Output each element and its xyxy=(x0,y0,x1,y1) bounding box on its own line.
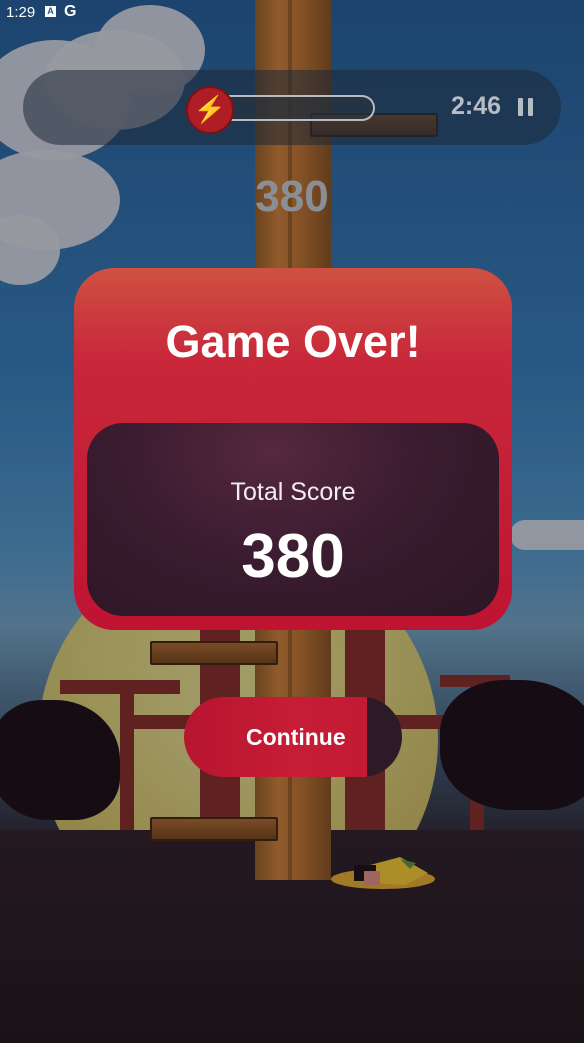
game-over-card: Game Over! Total Score 380 xyxy=(74,268,512,630)
timer: 2:46 xyxy=(451,92,502,120)
continue-button[interactable]: Continue xyxy=(184,697,402,777)
google-icon: G xyxy=(64,3,77,20)
pause-icon[interactable] xyxy=(518,98,534,116)
game-over-title: Game Over! xyxy=(165,316,421,367)
status-bar: 1:29 A G xyxy=(0,0,584,26)
lightning-bolt-icon: ⚡ xyxy=(186,86,234,134)
current-score: 380 xyxy=(255,172,329,221)
continue-label: Continue xyxy=(246,724,346,750)
score-panel: Total Score 380 xyxy=(87,423,499,616)
total-score-value: 380 xyxy=(241,522,345,591)
game-hud: ⚡ 2:46 xyxy=(23,70,561,145)
status-time: 1:29 xyxy=(6,4,36,21)
energy-bar xyxy=(223,95,375,121)
app-notification-icon: A xyxy=(45,6,56,17)
total-score-label: Total Score xyxy=(230,478,356,506)
